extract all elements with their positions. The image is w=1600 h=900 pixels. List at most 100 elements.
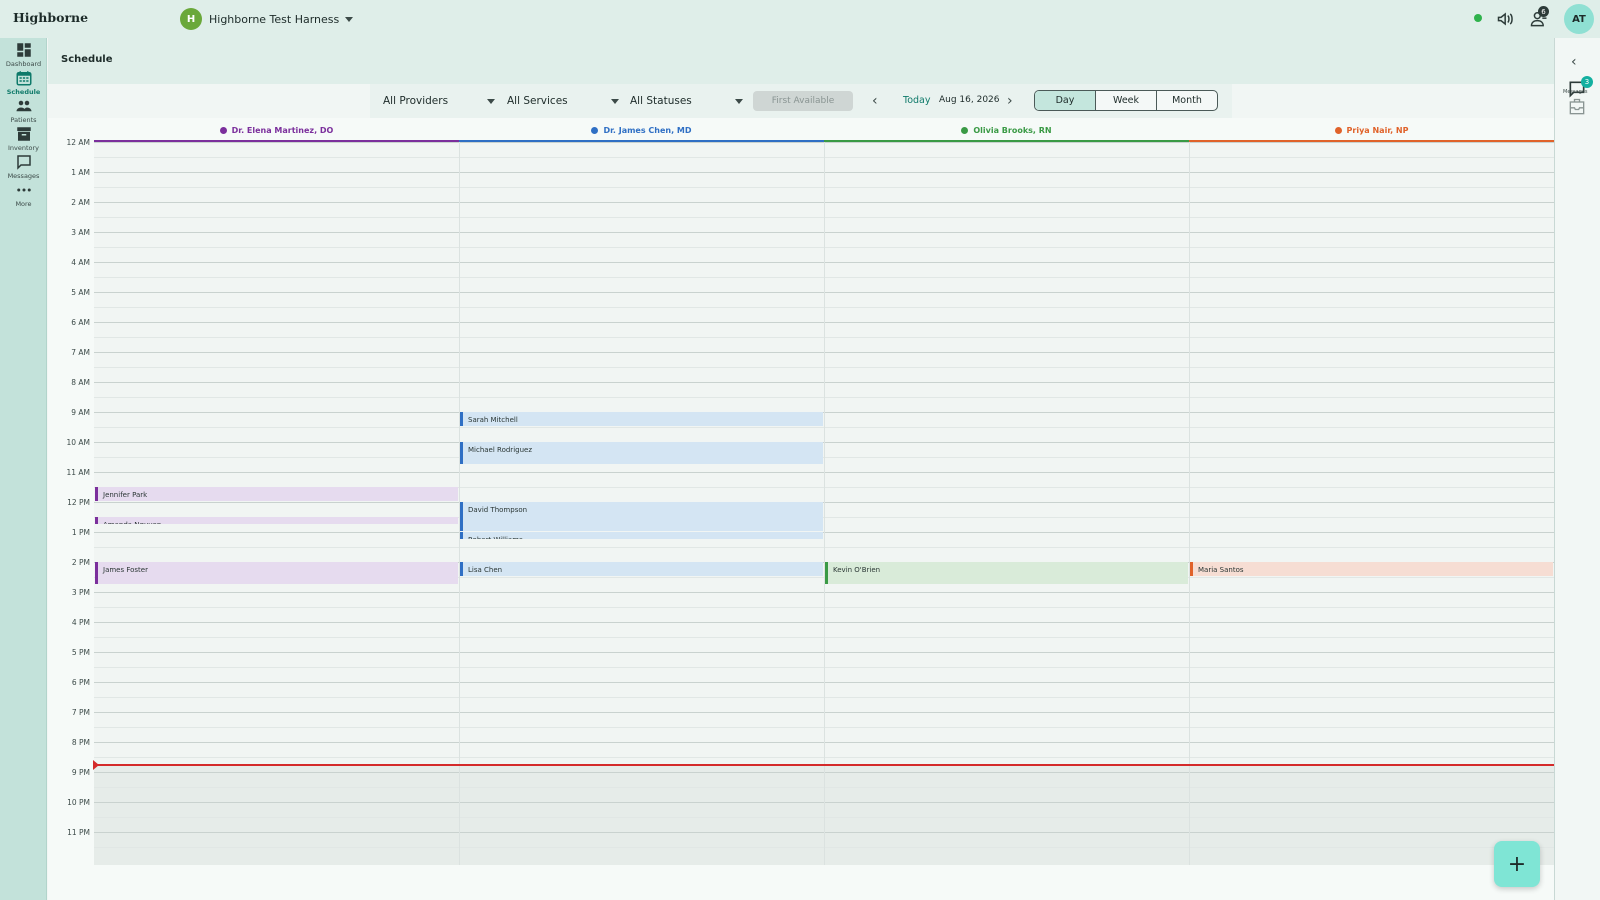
time-label: 3 AM xyxy=(71,228,90,237)
appointment-block[interactable]: Jennifer Park xyxy=(95,487,458,501)
column-divider xyxy=(1189,142,1190,865)
sidebar-item-label: More xyxy=(15,200,32,208)
add-appointment-button[interactable]: + xyxy=(1494,841,1540,887)
inbox-panel-button[interactable] xyxy=(1567,97,1589,117)
view-week-button[interactable]: Week xyxy=(1096,91,1157,110)
dashboard-icon xyxy=(16,43,31,57)
time-label: 8 AM xyxy=(71,378,90,387)
org-avatar: H xyxy=(180,8,202,30)
time-label: 9 PM xyxy=(71,768,90,777)
current-date-label: Aug 16, 2026 xyxy=(939,95,1000,105)
first-available-button[interactable]: First Available xyxy=(753,91,853,111)
more-icon xyxy=(16,188,31,192)
view-day-button[interactable]: Day xyxy=(1035,91,1096,110)
time-label: 2 AM xyxy=(71,198,90,207)
time-label: 11 PM xyxy=(67,828,90,837)
today-button[interactable]: Today xyxy=(903,95,930,106)
sidebar-item-label: Schedule xyxy=(6,88,41,96)
time-label: 1 AM xyxy=(71,168,90,177)
sidebar-item-inventory[interactable]: Inventory xyxy=(0,125,47,153)
chevron-down-icon xyxy=(345,16,354,22)
provider-color-dot xyxy=(1334,126,1342,134)
inventory-icon xyxy=(16,127,31,141)
provider-name: Dr. Elena Martinez, DO xyxy=(231,125,334,135)
messages-count-badge: 3 xyxy=(1581,76,1593,88)
time-label: 7 PM xyxy=(71,708,90,717)
sidebar-item-messages[interactable]: Messages xyxy=(0,153,47,181)
current-time-marker xyxy=(93,759,99,770)
provider-header: Dr. Elena Martinez, DO xyxy=(94,118,459,142)
appointment-block[interactable]: Maria Santos xyxy=(1190,562,1553,576)
view-switcher: Day Week Month xyxy=(1034,90,1218,111)
inbox-icon xyxy=(1569,98,1585,115)
sidebar-item-schedule[interactable]: Schedule xyxy=(0,69,47,97)
appointment-block[interactable]: Lisa Chen xyxy=(460,562,823,576)
time-label: 3 PM xyxy=(71,588,90,597)
schedule-toolbar: All Providers All Services All Statuses … xyxy=(370,84,1232,118)
appointment-block[interactable]: Amanda Nguyen xyxy=(95,517,458,524)
time-label: 5 AM xyxy=(71,288,90,297)
provider-color-dot xyxy=(961,126,969,134)
view-month-button[interactable]: Month xyxy=(1157,91,1217,110)
time-label: 6 AM xyxy=(71,318,90,327)
day-grid[interactable]: Sarah Mitchell Michael Rodriguez Jennifer … xyxy=(94,142,1554,865)
provider-color-dot xyxy=(219,126,227,134)
messages-icon xyxy=(16,155,31,170)
time-label: 4 PM xyxy=(71,618,90,627)
appointment-block[interactable]: Sarah Mitchell xyxy=(460,412,823,426)
top-bar: Highborne H Highborne Test Harness 6 AT xyxy=(0,0,1600,38)
time-label: 12 AM xyxy=(66,138,90,147)
time-label: 5 PM xyxy=(71,648,90,657)
appointment-block[interactable]: Kevin O'Brien xyxy=(825,562,1188,584)
provider-color-dot xyxy=(591,126,599,134)
time-label: 11 AM xyxy=(66,468,90,477)
providers-filter-value: All Providers xyxy=(383,95,449,107)
patients-icon xyxy=(16,100,31,112)
chevron-right-icon: › xyxy=(1007,93,1013,109)
current-time-line xyxy=(94,763,1554,766)
chevron-down-icon xyxy=(611,99,619,104)
appointment-block[interactable]: Michael Rodriguez xyxy=(460,442,823,464)
previous-day-button[interactable]: ‹ xyxy=(872,92,878,110)
time-label: 12 PM xyxy=(67,498,90,507)
column-divider xyxy=(824,142,825,865)
statuses-filter[interactable]: All Statuses xyxy=(630,84,743,118)
org-name: Highborne Test Harness xyxy=(209,12,340,26)
brand-logo[interactable]: Highborne xyxy=(13,10,88,25)
statuses-filter-value: All Statuses xyxy=(630,95,692,107)
notification-count-badge: 6 xyxy=(1538,6,1549,17)
sidebar-item-dashboard[interactable]: Dashboard xyxy=(0,41,47,69)
appointment-block[interactable]: James Foster xyxy=(95,562,458,584)
sidebar-item-more[interactable]: More xyxy=(0,181,47,209)
services-filter[interactable]: All Services xyxy=(507,84,619,118)
sidebar-item-label: Messages xyxy=(7,172,40,180)
services-filter-value: All Services xyxy=(507,95,568,107)
sidebar-item-label: Patients xyxy=(10,116,37,124)
next-day-button[interactable]: › xyxy=(1007,92,1013,110)
right-rail: ‹ 3 Messages xyxy=(1554,38,1600,900)
sidebar-item-label: Inventory xyxy=(7,144,40,152)
collapse-panel-button[interactable]: ‹ xyxy=(1571,54,1577,70)
appointment-block[interactable]: David Thompson xyxy=(460,502,823,531)
org-switcher[interactable]: H Highborne Test Harness xyxy=(180,7,354,31)
time-label: 10 PM xyxy=(67,798,90,807)
messages-panel-label: Messages xyxy=(1563,89,1588,95)
provider-name: Dr. James Chen, MD xyxy=(603,125,692,135)
left-sidebar: Dashboard Schedule Patients Inventory Me… xyxy=(0,38,47,900)
provider-name: Olivia Brooks, RN xyxy=(973,125,1052,135)
chevron-left-icon: ‹ xyxy=(1571,54,1577,70)
providers-filter[interactable]: All Providers xyxy=(383,84,495,118)
calendar-icon xyxy=(16,71,31,86)
appointment-block[interactable]: Robert Williams xyxy=(460,532,823,539)
user-avatar[interactable]: AT xyxy=(1564,4,1594,34)
provider-header: Olivia Brooks, RN xyxy=(824,118,1189,142)
sidebar-item-label: Dashboard xyxy=(5,60,42,68)
time-label: 6 PM xyxy=(71,678,90,687)
announcements-button[interactable] xyxy=(1496,9,1518,29)
megaphone-icon xyxy=(1497,12,1513,26)
time-label: 10 AM xyxy=(66,438,90,447)
sidebar-item-patients[interactable]: Patients xyxy=(0,97,47,125)
time-label: 7 AM xyxy=(71,348,90,357)
chevron-down-icon xyxy=(735,99,743,104)
provider-header-row: Dr. Elena Martinez, DO Dr. James Chen, MD… xyxy=(94,118,1554,143)
